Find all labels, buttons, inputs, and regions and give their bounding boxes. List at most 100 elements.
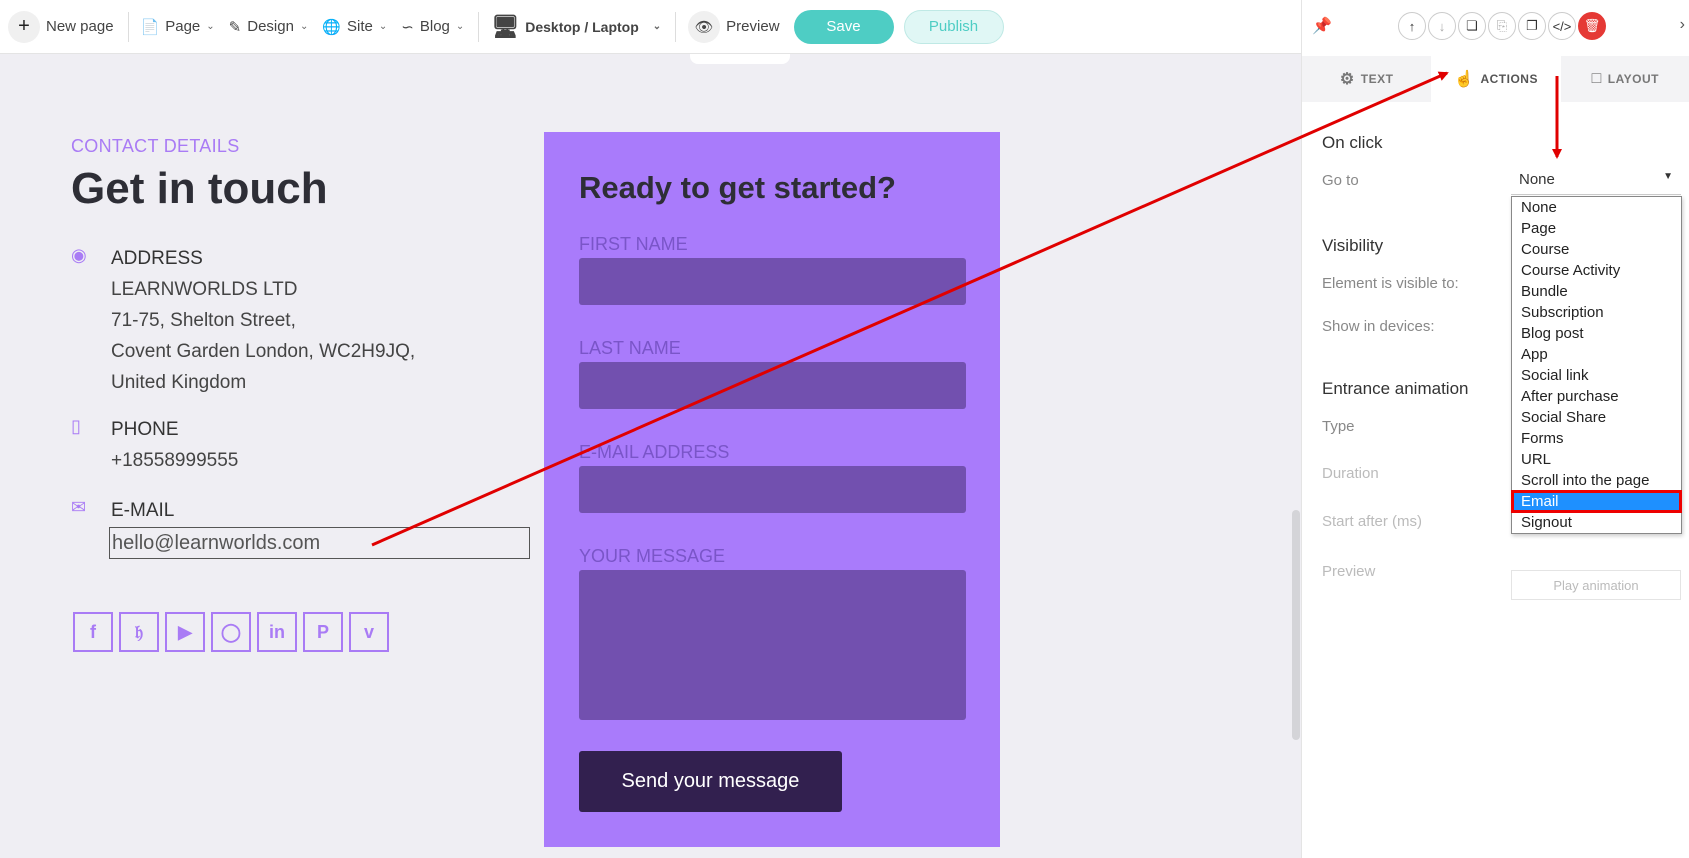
instagram-icon[interactable]: ◯ bbox=[211, 612, 251, 652]
option-none[interactable]: None bbox=[1512, 197, 1681, 218]
first-name-field[interactable] bbox=[579, 258, 966, 305]
design-menu[interactable]: ✎ Design ⌄ bbox=[229, 18, 309, 36]
email-address-label: E-MAIL ADDRESS bbox=[579, 442, 730, 462]
option-social-share[interactable]: Social Share bbox=[1512, 407, 1681, 428]
go-to-select[interactable]: None ▼ bbox=[1511, 167, 1681, 195]
new-page-label: New page bbox=[46, 18, 114, 35]
option-social-link[interactable]: Social link bbox=[1512, 365, 1681, 386]
blog-menu-label: Blog bbox=[419, 18, 450, 35]
linkedin-icon[interactable]: in bbox=[257, 612, 297, 652]
play-animation-button[interactable]: Play animation bbox=[1511, 570, 1681, 600]
tab-layout[interactable]: □ LAYOUT bbox=[1561, 56, 1689, 102]
tab-text[interactable]: ⚙ TEXT bbox=[1302, 56, 1431, 102]
option-blog-post[interactable]: Blog post bbox=[1512, 323, 1681, 344]
last-name-label: LAST NAME bbox=[579, 338, 681, 358]
address-line: United Kingdom bbox=[111, 372, 247, 393]
visible-to-label: Element is visible to: bbox=[1322, 275, 1459, 292]
phone-icon: ▯ bbox=[71, 416, 81, 436]
email-text: E-MAIL bbox=[111, 495, 174, 526]
preview-button[interactable]: 👁 Preview bbox=[688, 10, 780, 43]
contact-form: Ready to get started? FIRST NAME LAST NA… bbox=[544, 132, 1000, 847]
move-down-icon[interactable]: ↓ bbox=[1428, 12, 1456, 40]
contact-title: Get in touch bbox=[71, 164, 328, 213]
site-menu[interactable]: 🌐 Site ⌄ bbox=[322, 18, 387, 36]
pin-icon[interactable]: 📌 bbox=[1312, 16, 1332, 36]
duration-label: Duration bbox=[1322, 465, 1379, 482]
email-address-field[interactable] bbox=[579, 466, 966, 513]
address-block: ◉ ADDRESS LEARNWORLDS LTD 71-75, Shelton… bbox=[71, 243, 415, 398]
element-tools: ↑ ↓ ❏ ⎘ ❐ </> 🗑 bbox=[1398, 12, 1606, 40]
site-menu-label: Site bbox=[347, 18, 373, 35]
pointer-icon: ☝ bbox=[1454, 71, 1475, 88]
first-name-label: FIRST NAME bbox=[579, 234, 688, 254]
move-up-icon[interactable]: ↑ bbox=[1398, 12, 1426, 40]
vimeo-icon[interactable]: v bbox=[349, 612, 389, 652]
plus-icon: + bbox=[8, 10, 40, 43]
start-after-label: Start after (ms) bbox=[1322, 513, 1423, 530]
option-app[interactable]: App bbox=[1512, 344, 1681, 365]
option-signout[interactable]: Signout bbox=[1512, 512, 1681, 533]
tab-actions-label: ACTIONS bbox=[1480, 72, 1538, 86]
email-heading: E-MAIL bbox=[111, 500, 175, 521]
copy-icon[interactable]: ❏ bbox=[1458, 12, 1486, 40]
option-subscription[interactable]: Subscription bbox=[1512, 302, 1681, 323]
paste-icon[interactable]: ⎘ bbox=[1488, 12, 1516, 40]
address-line: 71-75, Shelton Street, bbox=[111, 310, 296, 331]
brush-icon: ✎ bbox=[228, 18, 242, 36]
option-url[interactable]: URL bbox=[1512, 449, 1681, 470]
option-page[interactable]: Page bbox=[1512, 218, 1681, 239]
chevron-down-icon: ⌄ bbox=[299, 21, 309, 32]
send-message-button[interactable]: Send your message bbox=[579, 751, 842, 812]
save-button[interactable]: Save bbox=[793, 9, 894, 44]
tab-layout-label: LAYOUT bbox=[1607, 72, 1660, 86]
message-field[interactable] bbox=[579, 570, 966, 720]
email-text-element-selected[interactable]: hello@learnworlds.com bbox=[109, 527, 530, 559]
blog-menu[interactable]: ∽ Blog ⌄ bbox=[401, 18, 464, 36]
duplicate-icon[interactable]: ❐ bbox=[1518, 12, 1546, 40]
preview-label: Preview bbox=[726, 18, 780, 35]
facebook-icon[interactable]: f bbox=[73, 612, 113, 652]
trash-icon[interactable]: 🗑 bbox=[1578, 12, 1606, 40]
address-line: LEARNWORLDS LTD bbox=[111, 279, 298, 300]
map-pin-icon: ◉ bbox=[71, 245, 87, 265]
address-line: Covent Garden London, WC2H9JQ, bbox=[111, 341, 416, 362]
new-page-button[interactable]: + New page bbox=[8, 10, 114, 43]
address-heading: ADDRESS bbox=[111, 248, 203, 269]
go-to-dropdown: None Page Course Course Activity Bundle … bbox=[1511, 196, 1682, 534]
page-icon: 📄 bbox=[140, 18, 160, 36]
option-course[interactable]: Course bbox=[1512, 239, 1681, 260]
divider bbox=[127, 11, 129, 42]
last-name-field[interactable] bbox=[579, 362, 966, 409]
rss-icon: ∽ bbox=[401, 18, 414, 36]
code-icon[interactable]: </> bbox=[1548, 12, 1576, 40]
panel-tabs: ⚙ TEXT ☝ ACTIONS □ LAYOUT bbox=[1302, 56, 1689, 102]
gear-icon: ⚙ bbox=[1339, 71, 1355, 88]
chevron-down-icon: ⌄ bbox=[378, 21, 388, 32]
eye-icon: 👁 bbox=[688, 10, 721, 43]
canvas-scrollbar[interactable] bbox=[1292, 510, 1300, 740]
publish-button[interactable]: Publish bbox=[903, 9, 1004, 44]
option-bundle[interactable]: Bundle bbox=[1512, 281, 1681, 302]
tab-actions[interactable]: ☝ ACTIONS bbox=[1431, 56, 1561, 102]
twitter-icon[interactable]: 𝔥 bbox=[119, 612, 159, 652]
chevron-right-icon[interactable]: › bbox=[1680, 16, 1685, 34]
top-toolbar: + New page 📄 Page ⌄ ✎ Design ⌄ 🌐 Site ⌄ … bbox=[0, 0, 1301, 54]
device-select[interactable]: 🖥 Desktop / Laptop ⌄ bbox=[491, 14, 661, 40]
option-email[interactable]: Email bbox=[1511, 490, 1682, 513]
youtube-icon[interactable]: ▶ bbox=[165, 612, 205, 652]
go-to-value: None bbox=[1519, 171, 1555, 188]
section-handle[interactable] bbox=[690, 54, 790, 64]
option-course-activity[interactable]: Course Activity bbox=[1512, 260, 1681, 281]
option-after-purchase[interactable]: After purchase bbox=[1512, 386, 1681, 407]
page-menu[interactable]: 📄 Page ⌄ bbox=[141, 18, 215, 36]
visibility-heading: Visibility bbox=[1322, 236, 1384, 255]
divider bbox=[675, 11, 677, 42]
message-label: YOUR MESSAGE bbox=[579, 546, 726, 566]
pinterest-icon[interactable]: P bbox=[303, 612, 343, 652]
type-label: Type bbox=[1322, 418, 1355, 435]
option-forms[interactable]: Forms bbox=[1512, 428, 1681, 449]
email-block: ✉ E-MAIL bbox=[71, 495, 174, 526]
phone-heading: PHONE bbox=[111, 419, 179, 440]
phone-number: +18558999555 bbox=[111, 450, 239, 471]
option-scroll-into-page[interactable]: Scroll into the page bbox=[1512, 470, 1681, 491]
